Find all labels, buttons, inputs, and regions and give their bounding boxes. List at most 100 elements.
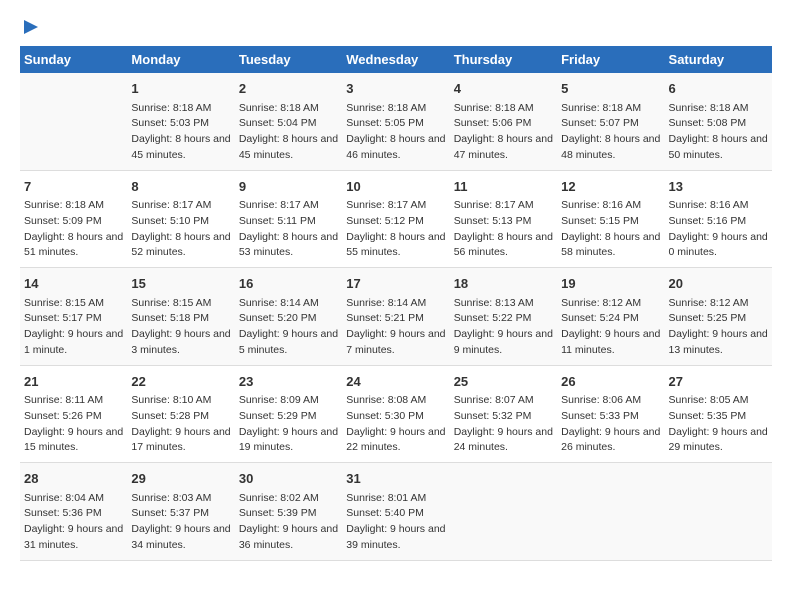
day-number: 15 (131, 274, 230, 294)
day-number: 28 (24, 469, 123, 489)
day-number: 23 (239, 372, 338, 392)
cell-2-6: 20Sunrise: 8:12 AMSunset: 5:25 PMDayligh… (665, 268, 772, 366)
day-number: 25 (454, 372, 553, 392)
day-number: 21 (24, 372, 123, 392)
day-number: 9 (239, 177, 338, 197)
cell-3-5: 26Sunrise: 8:06 AMSunset: 5:33 PMDayligh… (557, 365, 664, 463)
cell-sun-info: Sunrise: 8:18 AMSunset: 5:04 PMDaylight:… (239, 101, 338, 164)
cell-sun-info: Sunrise: 8:05 AMSunset: 5:35 PMDaylight:… (669, 393, 768, 456)
day-number: 26 (561, 372, 660, 392)
day-number: 2 (239, 79, 338, 99)
cell-3-4: 25Sunrise: 8:07 AMSunset: 5:32 PMDayligh… (450, 365, 557, 463)
col-sunday: Sunday (20, 46, 127, 73)
cell-sun-info: Sunrise: 8:04 AMSunset: 5:36 PMDaylight:… (24, 491, 123, 554)
cell-sun-info: Sunrise: 8:17 AMSunset: 5:12 PMDaylight:… (346, 198, 445, 261)
cell-sun-info: Sunrise: 8:17 AMSunset: 5:13 PMDaylight:… (454, 198, 553, 261)
day-number: 27 (669, 372, 768, 392)
day-number: 30 (239, 469, 338, 489)
day-number: 29 (131, 469, 230, 489)
cell-4-3: 31Sunrise: 8:01 AMSunset: 5:40 PMDayligh… (342, 463, 449, 561)
cell-sun-info: Sunrise: 8:15 AMSunset: 5:18 PMDaylight:… (131, 296, 230, 359)
week-row-3: 21Sunrise: 8:11 AMSunset: 5:26 PMDayligh… (20, 365, 772, 463)
cell-3-2: 23Sunrise: 8:09 AMSunset: 5:29 PMDayligh… (235, 365, 342, 463)
cell-2-1: 15Sunrise: 8:15 AMSunset: 5:18 PMDayligh… (127, 268, 234, 366)
cell-1-1: 8Sunrise: 8:17 AMSunset: 5:10 PMDaylight… (127, 170, 234, 268)
day-number: 4 (454, 79, 553, 99)
cell-sun-info: Sunrise: 8:12 AMSunset: 5:25 PMDaylight:… (669, 296, 768, 359)
cell-sun-info: Sunrise: 8:03 AMSunset: 5:37 PMDaylight:… (131, 491, 230, 554)
cell-sun-info: Sunrise: 8:18 AMSunset: 5:09 PMDaylight:… (24, 198, 123, 261)
cell-sun-info: Sunrise: 8:10 AMSunset: 5:28 PMDaylight:… (131, 393, 230, 456)
cell-2-4: 18Sunrise: 8:13 AMSunset: 5:22 PMDayligh… (450, 268, 557, 366)
cell-2-3: 17Sunrise: 8:14 AMSunset: 5:21 PMDayligh… (342, 268, 449, 366)
day-number: 13 (669, 177, 768, 197)
cell-4-6 (665, 463, 772, 561)
day-number: 6 (669, 79, 768, 99)
col-saturday: Saturday (665, 46, 772, 73)
cell-sun-info: Sunrise: 8:18 AMSunset: 5:07 PMDaylight:… (561, 101, 660, 164)
logo (20, 20, 40, 36)
calendar-table: Sunday Monday Tuesday Wednesday Thursday… (20, 46, 772, 561)
cell-3-1: 22Sunrise: 8:10 AMSunset: 5:28 PMDayligh… (127, 365, 234, 463)
cell-3-0: 21Sunrise: 8:11 AMSunset: 5:26 PMDayligh… (20, 365, 127, 463)
cell-sun-info: Sunrise: 8:17 AMSunset: 5:11 PMDaylight:… (239, 198, 338, 261)
cell-1-6: 13Sunrise: 8:16 AMSunset: 5:16 PMDayligh… (665, 170, 772, 268)
cell-3-6: 27Sunrise: 8:05 AMSunset: 5:35 PMDayligh… (665, 365, 772, 463)
day-number: 11 (454, 177, 553, 197)
cell-sun-info: Sunrise: 8:16 AMSunset: 5:15 PMDaylight:… (561, 198, 660, 261)
col-tuesday: Tuesday (235, 46, 342, 73)
cell-1-0: 7Sunrise: 8:18 AMSunset: 5:09 PMDaylight… (20, 170, 127, 268)
day-number: 24 (346, 372, 445, 392)
page-header (20, 20, 772, 36)
cell-3-3: 24Sunrise: 8:08 AMSunset: 5:30 PMDayligh… (342, 365, 449, 463)
cell-4-0: 28Sunrise: 8:04 AMSunset: 5:36 PMDayligh… (20, 463, 127, 561)
day-number: 19 (561, 274, 660, 294)
cell-sun-info: Sunrise: 8:13 AMSunset: 5:22 PMDaylight:… (454, 296, 553, 359)
cell-sun-info: Sunrise: 8:16 AMSunset: 5:16 PMDaylight:… (669, 198, 768, 261)
cell-sun-info: Sunrise: 8:06 AMSunset: 5:33 PMDaylight:… (561, 393, 660, 456)
day-number: 10 (346, 177, 445, 197)
calendar-header: Sunday Monday Tuesday Wednesday Thursday… (20, 46, 772, 73)
col-monday: Monday (127, 46, 234, 73)
cell-sun-info: Sunrise: 8:18 AMSunset: 5:08 PMDaylight:… (669, 101, 768, 164)
cell-4-2: 30Sunrise: 8:02 AMSunset: 5:39 PMDayligh… (235, 463, 342, 561)
cell-sun-info: Sunrise: 8:08 AMSunset: 5:30 PMDaylight:… (346, 393, 445, 456)
day-number: 20 (669, 274, 768, 294)
calendar-body: 1Sunrise: 8:18 AMSunset: 5:03 PMDaylight… (20, 73, 772, 560)
cell-1-2: 9Sunrise: 8:17 AMSunset: 5:11 PMDaylight… (235, 170, 342, 268)
cell-1-4: 11Sunrise: 8:17 AMSunset: 5:13 PMDayligh… (450, 170, 557, 268)
cell-1-3: 10Sunrise: 8:17 AMSunset: 5:12 PMDayligh… (342, 170, 449, 268)
logo-triangle-icon (22, 18, 40, 36)
week-row-1: 7Sunrise: 8:18 AMSunset: 5:09 PMDaylight… (20, 170, 772, 268)
cell-4-4 (450, 463, 557, 561)
cell-0-4: 4Sunrise: 8:18 AMSunset: 5:06 PMDaylight… (450, 73, 557, 170)
day-number: 17 (346, 274, 445, 294)
header-row: Sunday Monday Tuesday Wednesday Thursday… (20, 46, 772, 73)
day-number: 8 (131, 177, 230, 197)
week-row-2: 14Sunrise: 8:15 AMSunset: 5:17 PMDayligh… (20, 268, 772, 366)
cell-0-6: 6Sunrise: 8:18 AMSunset: 5:08 PMDaylight… (665, 73, 772, 170)
day-number: 5 (561, 79, 660, 99)
cell-sun-info: Sunrise: 8:01 AMSunset: 5:40 PMDaylight:… (346, 491, 445, 554)
cell-0-2: 2Sunrise: 8:18 AMSunset: 5:04 PMDaylight… (235, 73, 342, 170)
day-number: 22 (131, 372, 230, 392)
cell-4-1: 29Sunrise: 8:03 AMSunset: 5:37 PMDayligh… (127, 463, 234, 561)
col-thursday: Thursday (450, 46, 557, 73)
cell-0-0 (20, 73, 127, 170)
cell-2-0: 14Sunrise: 8:15 AMSunset: 5:17 PMDayligh… (20, 268, 127, 366)
day-number: 12 (561, 177, 660, 197)
day-number: 18 (454, 274, 553, 294)
col-friday: Friday (557, 46, 664, 73)
week-row-0: 1Sunrise: 8:18 AMSunset: 5:03 PMDaylight… (20, 73, 772, 170)
cell-sun-info: Sunrise: 8:18 AMSunset: 5:05 PMDaylight:… (346, 101, 445, 164)
day-number: 1 (131, 79, 230, 99)
week-row-4: 28Sunrise: 8:04 AMSunset: 5:36 PMDayligh… (20, 463, 772, 561)
cell-sun-info: Sunrise: 8:14 AMSunset: 5:20 PMDaylight:… (239, 296, 338, 359)
cell-sun-info: Sunrise: 8:07 AMSunset: 5:32 PMDaylight:… (454, 393, 553, 456)
cell-sun-info: Sunrise: 8:14 AMSunset: 5:21 PMDaylight:… (346, 296, 445, 359)
day-number: 14 (24, 274, 123, 294)
cell-sun-info: Sunrise: 8:12 AMSunset: 5:24 PMDaylight:… (561, 296, 660, 359)
cell-0-5: 5Sunrise: 8:18 AMSunset: 5:07 PMDaylight… (557, 73, 664, 170)
cell-sun-info: Sunrise: 8:18 AMSunset: 5:06 PMDaylight:… (454, 101, 553, 164)
day-number: 7 (24, 177, 123, 197)
